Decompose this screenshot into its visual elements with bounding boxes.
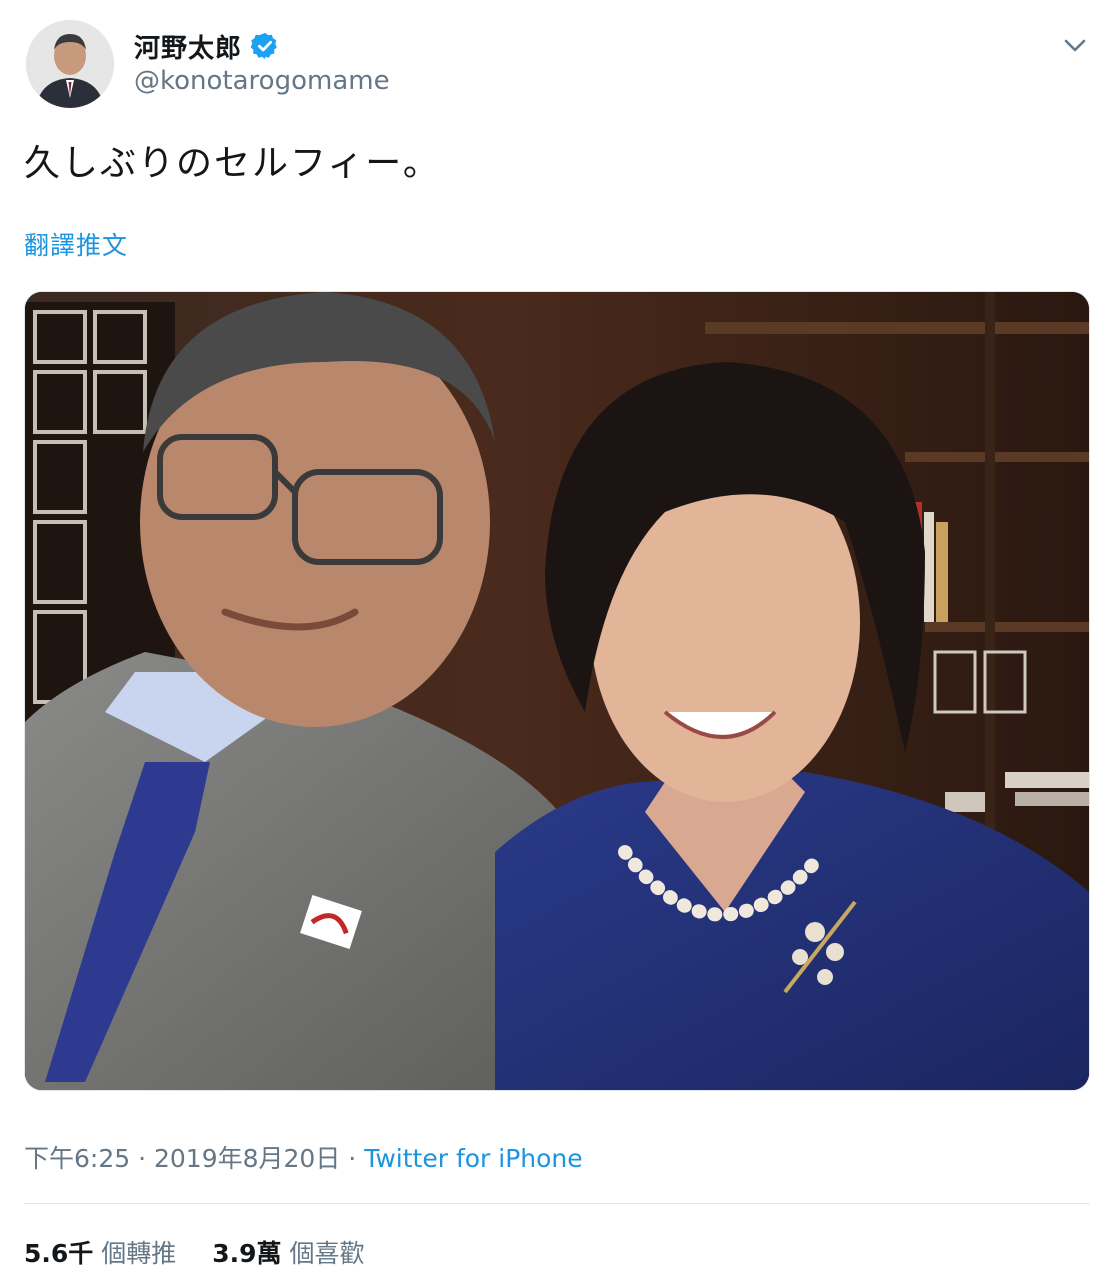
author-display-name[interactable]: 河野太郎: [134, 28, 242, 65]
tweet-time[interactable]: 下午6:25: [24, 1144, 130, 1173]
author-avatar[interactable]: [26, 20, 114, 108]
tweet-photo[interactable]: [24, 291, 1090, 1091]
likes-label: 個喜歡: [289, 1239, 365, 1268]
likes-stat[interactable]: 3.9萬 個喜歡: [212, 1239, 364, 1268]
tweet-date[interactable]: 2019年8月20日: [154, 1144, 340, 1173]
stats-divider: [24, 1203, 1090, 1204]
tweet-text: 久しぶりのセルフィー。: [24, 143, 441, 184]
tweet-card: 河野太郎 @konotarogomame 久しぶりのセルフィー。 翻譯推文 下午…: [0, 0, 1120, 1276]
verified-badge-icon: [250, 31, 280, 61]
retweets-count: 5.6千: [24, 1239, 94, 1268]
translate-tweet-link[interactable]: 翻譯推文: [24, 226, 128, 262]
tweet-meta: 下午6:25 · 2019年8月20日 · Twitter for iPhone: [24, 1139, 583, 1175]
meta-separator: ·: [138, 1144, 147, 1173]
author-handle[interactable]: @konotarogomame: [134, 66, 390, 96]
retweets-label: 個轉推: [101, 1239, 177, 1268]
author-name-row: 河野太郎: [134, 28, 280, 64]
retweets-stat[interactable]: 5.6千 個轉推: [24, 1239, 176, 1268]
likes-count: 3.9萬: [212, 1239, 282, 1268]
selfie-photo-image: [25, 292, 1089, 1090]
meta-separator: ·: [348, 1144, 357, 1173]
chevron-down-icon[interactable]: [1060, 30, 1090, 60]
tweet-stats: 5.6千 個轉推 3.9萬 個喜歡: [24, 1234, 365, 1270]
tweet-source-link[interactable]: Twitter for iPhone: [364, 1144, 582, 1173]
